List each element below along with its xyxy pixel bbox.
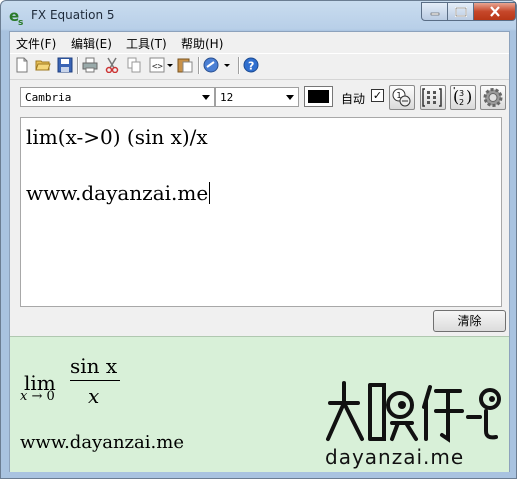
color-swatch (308, 90, 329, 103)
matrix-button[interactable] (420, 85, 446, 110)
menu-file[interactable]: 文件(F) (16, 35, 56, 52)
maximize-button[interactable] (447, 2, 474, 21)
preview-lim-var: x (20, 389, 28, 404)
svg-text:?: ? (248, 60, 254, 73)
svg-text:': ' (453, 86, 455, 95)
editor-line-with-caret: www.dayanzai.me (26, 181, 211, 205)
close-icon (489, 6, 500, 17)
color-picker[interactable] (304, 86, 333, 107)
numbering-icon: 1 (392, 88, 411, 107)
menu-edit[interactable]: 编辑(E) (71, 35, 112, 52)
open-icon[interactable] (35, 57, 51, 73)
link-icon[interactable] (203, 57, 231, 73)
chevron-down-icon (286, 95, 294, 100)
toolbar-separator (198, 57, 200, 74)
equation-preview: lim x → 0 sin x x www.dayanzai.me dayanz… (10, 336, 509, 472)
gear-icon (483, 88, 503, 107)
client-area: 文件(F) 编辑(E) 工具(T) 帮助(H) <> ? Cambria 12 … (9, 31, 510, 472)
auto-checkbox[interactable]: ✓ (371, 89, 384, 102)
paste-icon[interactable] (177, 57, 193, 73)
size-select[interactable]: 12 (215, 87, 299, 107)
svg-text:<>: <> (152, 62, 163, 72)
minimize-button[interactable] (421, 2, 448, 21)
app-window: e s FX Equation 5 文件(F) 编辑(E) 工具(T) 帮助(H… (0, 0, 517, 479)
preview-url: www.dayanzai.me (20, 432, 184, 453)
matrix-icon (422, 88, 442, 107)
menu-bar: 文件(F) 编辑(E) 工具(T) 帮助(H) (10, 32, 509, 52)
menu-help[interactable]: 帮助(H) (181, 35, 223, 52)
toolbar-separator (238, 57, 240, 74)
format-toolbar: Cambria 12 自动 ✓ 1 (3 2) ' (10, 79, 509, 114)
app-logo-icon: e s (9, 7, 23, 25)
binomial-button[interactable]: ( 3 2 ) ' (450, 85, 476, 110)
cut-icon[interactable] (104, 57, 120, 73)
maximize-icon (454, 6, 467, 17)
size-value: 12 (220, 91, 234, 104)
auto-label: 自动 (341, 92, 366, 106)
code-icon[interactable]: <> (149, 57, 173, 73)
svg-text:3: 3 (459, 89, 464, 98)
new-icon[interactable] (14, 57, 30, 73)
binomial-icon: ( 3 2 ) ' (453, 86, 472, 107)
settings-button[interactable] (480, 85, 506, 110)
help-icon[interactable]: ? (243, 57, 259, 73)
font-select[interactable]: Cambria (20, 87, 215, 107)
close-button[interactable] (473, 2, 516, 21)
preview-lim-subscript: x → 0 (20, 389, 55, 404)
preview-numerator: sin x (70, 354, 118, 378)
editor-line: lim(x->0) (sin x)/x (26, 125, 208, 149)
save-icon[interactable] (57, 57, 73, 73)
numbering-button[interactable]: 1 (389, 85, 415, 110)
window-title: FX Equation 5 (31, 8, 115, 22)
svg-text:s: s (18, 18, 23, 25)
copy-icon[interactable] (126, 57, 142, 73)
text-caret (209, 182, 211, 204)
clear-button[interactable]: 清除 (433, 310, 506, 332)
print-icon[interactable] (82, 57, 98, 73)
chevron-down-icon (202, 95, 210, 100)
preview-lim-arrow: → (31, 389, 43, 404)
watermark-text: dayanzai.me (325, 445, 465, 469)
preview-denominator: x (88, 384, 100, 408)
toolbar-separator (77, 57, 79, 74)
title-bar[interactable]: e s FX Equation 5 (1, 1, 516, 31)
menu-tools[interactable]: 工具(T) (126, 35, 167, 52)
svg-text:): ) (466, 87, 472, 106)
minimize-icon (430, 12, 439, 15)
editor-line: www.dayanzai.me (26, 181, 209, 205)
svg-text:2: 2 (459, 98, 464, 107)
preview-lim-target: 0 (46, 389, 55, 404)
fraction-bar (70, 380, 120, 381)
equation-editor[interactable]: lim(x->0) (sin x)/x www.dayanzai.me (20, 117, 502, 307)
font-value: Cambria (25, 91, 72, 104)
standard-toolbar: <> ? (10, 53, 509, 78)
